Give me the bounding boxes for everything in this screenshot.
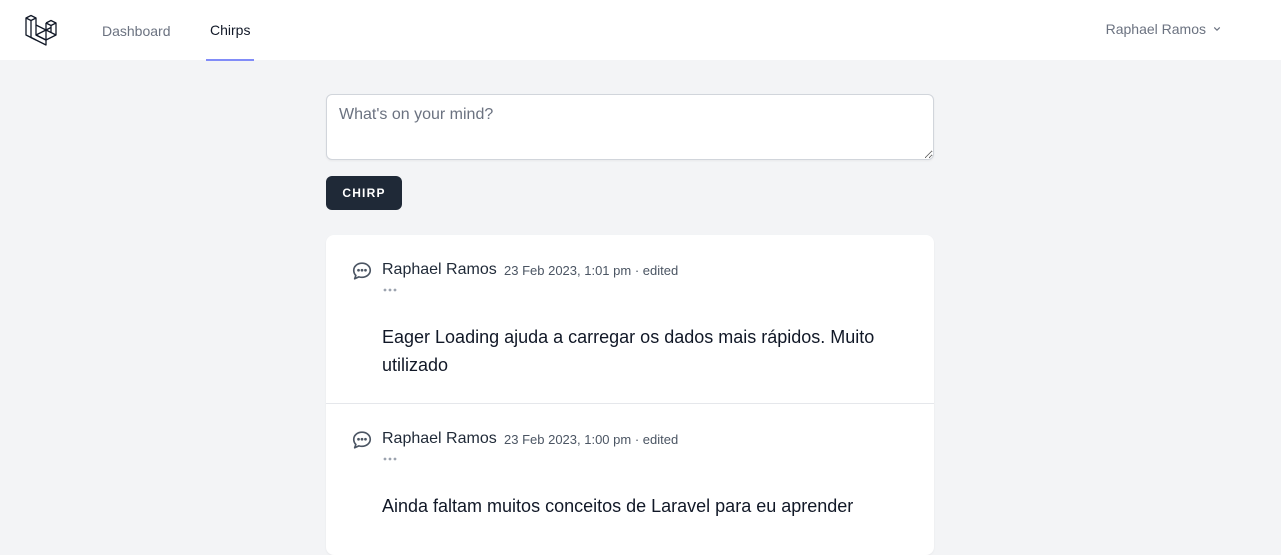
chirp-message-input[interactable] (326, 94, 934, 160)
chirp-meta: 23 Feb 2023, 1:00 pm · edited (504, 432, 678, 447)
chirp-feed: Raphael Ramos 23 Feb 2023, 1:01 pm · edi… (326, 235, 934, 555)
chirp-author: Raphael Ramos (382, 261, 497, 278)
chirp-edited-label: · edited (634, 432, 679, 447)
chat-bubble-icon (352, 431, 372, 449)
ellipsis-icon[interactable] (382, 285, 398, 295)
chirp-message: Ainda faltam muitos conceitos de Laravel… (382, 496, 854, 516)
chirp-item: Raphael Ramos 23 Feb 2023, 1:01 pm · edi… (326, 235, 934, 403)
chat-bubble-icon (352, 262, 372, 280)
chirp-timestamp: 23 Feb 2023, 1:00 pm (504, 432, 632, 447)
chirp-meta: 23 Feb 2023, 1:01 pm · edited (504, 263, 678, 278)
chirp-edited-label: · edited (634, 263, 679, 278)
user-name: Raphael Ramos (1105, 20, 1206, 37)
laravel-logo[interactable] (24, 12, 58, 46)
chirp-item: Raphael Ramos 23 Feb 2023, 1:00 pm · edi… (326, 403, 934, 555)
chirp-submit-button[interactable]: CHIRP (326, 176, 402, 210)
chirp-author: Raphael Ramos (382, 430, 497, 447)
nav-link-dashboard[interactable]: Dashboard (102, 0, 171, 61)
top-navbar: Dashboard Chirps Raphael Ramos (0, 0, 1281, 61)
chirp-timestamp: 23 Feb 2023, 1:01 pm (504, 263, 632, 278)
nav-link-chirps[interactable]: Chirps (206, 0, 255, 61)
chevron-down-icon (1214, 26, 1221, 31)
user-menu-dropdown[interactable]: Raphael Ramos (1106, 0, 1223, 57)
chirp-message: Eager Loading ajuda a carregar os dados … (382, 327, 875, 375)
ellipsis-icon[interactable] (382, 454, 398, 464)
